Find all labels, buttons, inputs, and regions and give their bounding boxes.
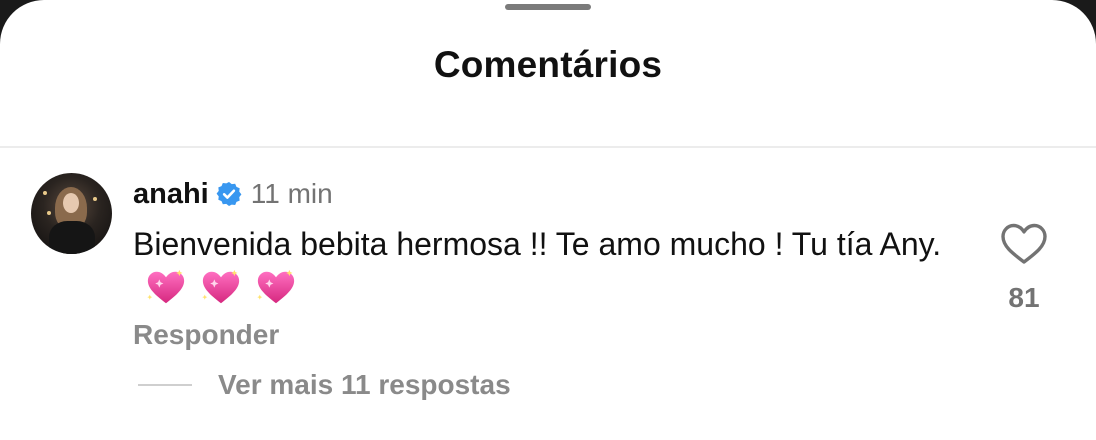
- avatar-bokeh: [43, 191, 47, 195]
- avatar-bokeh: [47, 211, 51, 215]
- comment-username[interactable]: anahi: [133, 178, 209, 211]
- comment-body: Bienvenida bebita hermosa !! Te amo much…: [133, 222, 953, 310]
- avatar-bokeh: [93, 197, 97, 201]
- reply-button[interactable]: Responder: [133, 319, 279, 351]
- comment-header: anahi 11 min: [133, 175, 333, 213]
- comments-sheet: Comentários anahi 11 min Bienvenida bebi…: [0, 0, 1096, 440]
- sparkling-heart-icon: [147, 269, 185, 304]
- comment-text: Bienvenida bebita hermosa !! Te amo much…: [133, 226, 942, 262]
- verified-badge-icon: [216, 181, 242, 207]
- sparkling-heart-icon: [202, 269, 240, 304]
- sparkling-heart-icon: [257, 269, 295, 304]
- emoji-group: [145, 267, 297, 307]
- like-button[interactable]: [1000, 222, 1048, 266]
- like-count: 81: [1008, 282, 1040, 313]
- comment-timestamp: 11 min: [250, 178, 333, 209]
- avatar-coat: [49, 221, 95, 254]
- sheet-title: Comentários: [433, 44, 663, 85]
- replies-divider: [138, 384, 192, 386]
- view-more-replies-button[interactable]: Ver mais 11 respostas: [218, 369, 511, 401]
- drag-handle[interactable]: [505, 4, 591, 10]
- avatar[interactable]: [31, 173, 112, 254]
- header-divider: [0, 146, 1096, 148]
- avatar-face: [63, 193, 79, 213]
- heart-outline-icon: [1001, 223, 1047, 264]
